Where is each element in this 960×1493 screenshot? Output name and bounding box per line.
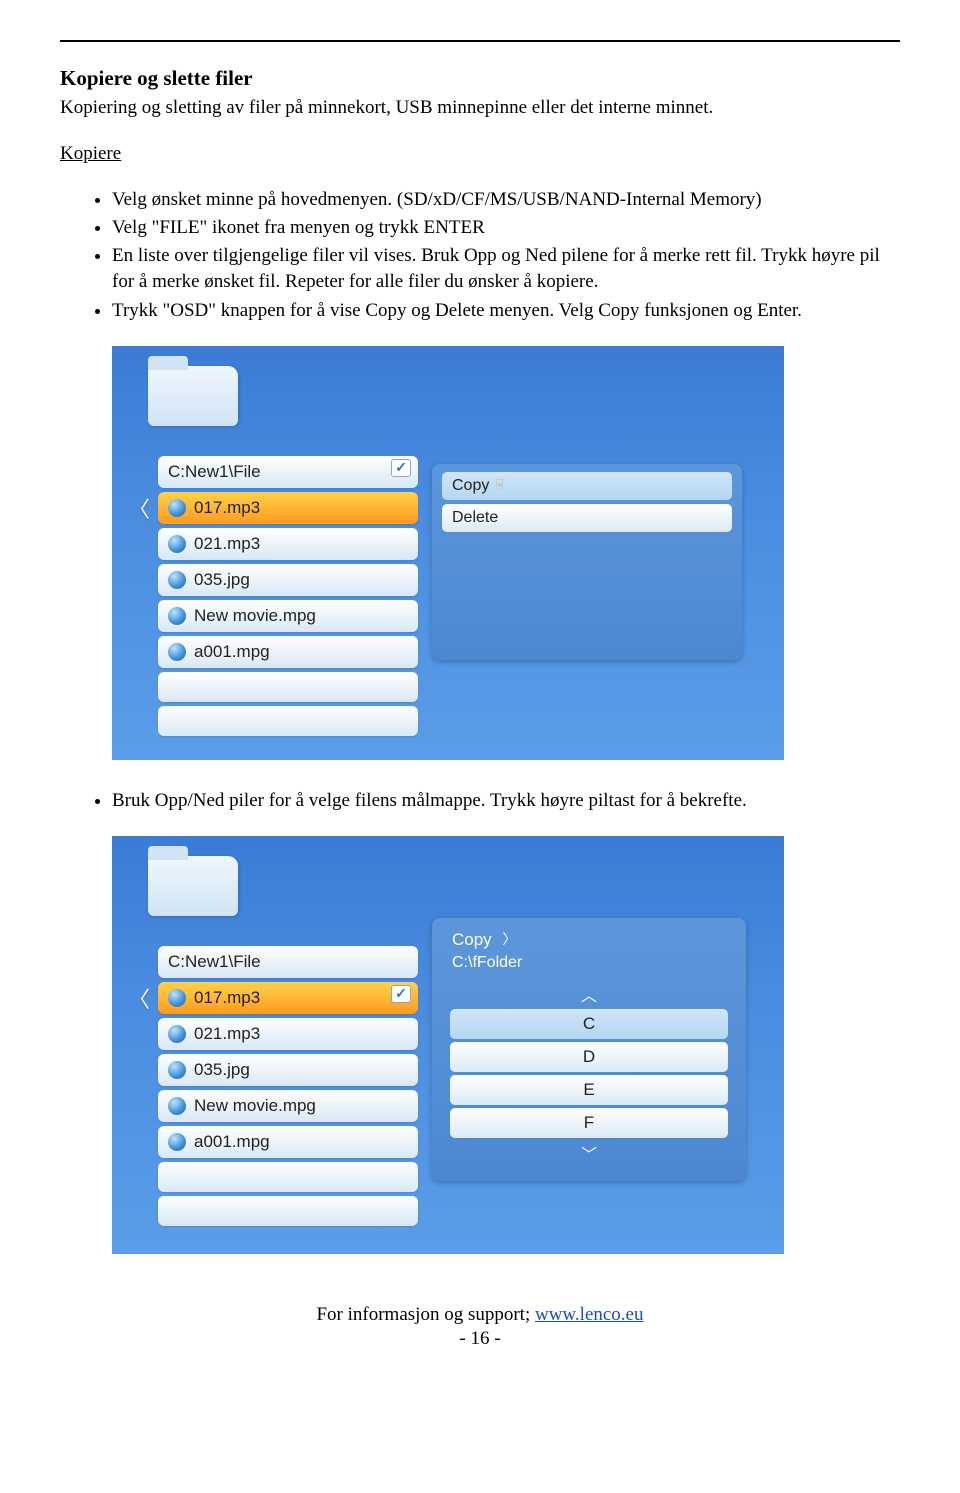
- popup-item-label: Delete: [452, 509, 498, 527]
- folder-icon: [148, 856, 238, 916]
- file-list: C:New1\File 017.mp3 ✓ 021.mp3 035.jpg: [158, 946, 418, 1230]
- file-item[interactable]: New movie.mpg: [158, 600, 418, 632]
- file-item[interactable]: 035.jpg: [158, 1054, 418, 1086]
- file-item-empty: [158, 672, 418, 702]
- bullet-item: Bruk Opp/Ned piler for å velge filens må…: [112, 788, 900, 814]
- footer: For informasjon og support; www.lenco.eu: [60, 1304, 900, 1326]
- screenshot-copy-menu: 〈 C:New1\File ✓ 017.mp3 021.mp3 035.jpg: [112, 346, 784, 760]
- file-item[interactable]: a001.mpg: [158, 636, 418, 668]
- file-label: 035.jpg: [194, 1060, 250, 1080]
- popup-item-delete[interactable]: Delete: [442, 504, 732, 532]
- globe-icon: [168, 1061, 186, 1079]
- globe-icon: [168, 607, 186, 625]
- popup-item-copy[interactable]: Copy ☟: [442, 472, 732, 500]
- drive-item-selected[interactable]: C: [450, 1009, 728, 1039]
- globe-icon: [168, 535, 186, 553]
- chevron-down-icon: ﹀: [444, 1141, 734, 1165]
- globe-icon: [168, 1025, 186, 1043]
- hand-cursor-icon: ☟: [495, 476, 504, 493]
- file-list: C:New1\File ✓ 017.mp3 021.mp3 035.jpg: [158, 456, 418, 740]
- top-rule: [60, 40, 900, 42]
- file-label: a001.mpg: [194, 642, 270, 662]
- path-header-text: C:New1\File: [168, 462, 261, 482]
- file-label: 017.mp3: [194, 988, 260, 1008]
- path-header: C:New1\File: [158, 946, 418, 978]
- page-number: - 16 -: [60, 1328, 900, 1350]
- folder-icon: [148, 366, 238, 426]
- popup-title: Copy 〉: [444, 928, 734, 954]
- drive-item[interactable]: D: [450, 1042, 728, 1072]
- drive-select-popup: Copy 〉 C:\fFolder ︿ C D E F ﹀: [432, 918, 746, 1181]
- intro-paragraph: Kopiering og sletting av filer på minnek…: [60, 95, 900, 121]
- page-heading: Kopiere og slette filer: [60, 66, 900, 91]
- path-header: C:New1\File ✓: [158, 456, 418, 488]
- popup-item-label: Copy: [452, 477, 489, 495]
- bullet-item: Trykk "OSD" knappen for å vise Copy og D…: [112, 298, 900, 324]
- section-link: Kopiere: [60, 143, 900, 165]
- file-label: 021.mp3: [194, 534, 260, 554]
- footer-text: For informasjon og support;: [316, 1304, 535, 1325]
- file-label: a001.mpg: [194, 1132, 270, 1152]
- bullet-item: Velg ønsket minne på hovedmenyen. (SD/xD…: [112, 187, 900, 213]
- file-item[interactable]: a001.mpg: [158, 1126, 418, 1158]
- path-header-text: C:New1\File: [168, 952, 261, 972]
- chevron-left-icon: 〈: [128, 982, 150, 1014]
- check-icon: ✓: [392, 460, 410, 476]
- popup-path: C:\fFolder: [444, 954, 734, 980]
- file-label: 021.mp3: [194, 1024, 260, 1044]
- drive-item[interactable]: F: [450, 1108, 728, 1138]
- globe-icon: [168, 1097, 186, 1115]
- drive-list: ︿ C D E F ﹀: [444, 982, 734, 1165]
- footer-link[interactable]: www.lenco.eu: [535, 1304, 644, 1325]
- popup-title-text: Copy: [452, 930, 492, 949]
- bullet-list-1: Velg ønsket minne på hovedmenyen. (SD/xD…: [60, 187, 900, 324]
- globe-icon: [168, 499, 186, 517]
- file-item[interactable]: 021.mp3: [158, 1018, 418, 1050]
- file-item-empty: [158, 1162, 418, 1192]
- bullet-list-2: Bruk Opp/Ned piler for å velge filens må…: [60, 788, 900, 814]
- globe-icon: [168, 989, 186, 1007]
- globe-icon: [168, 571, 186, 589]
- check-icon: ✓: [392, 986, 410, 1002]
- chevron-up-icon: ︿: [444, 982, 734, 1006]
- hand-cursor-icon: 〉: [502, 929, 516, 949]
- file-item-selected[interactable]: 017.mp3 ✓: [158, 982, 418, 1014]
- globe-icon: [168, 1133, 186, 1151]
- screenshot-drive-select: 〈 C:New1\File 017.mp3 ✓ 021.mp3 035.jpg: [112, 836, 784, 1254]
- file-label: New movie.mpg: [194, 1096, 316, 1116]
- bullet-item: Velg "FILE" ikonet fra menyen og trykk E…: [112, 215, 900, 241]
- file-label: 017.mp3: [194, 498, 260, 518]
- copy-delete-popup: Copy ☟ Delete: [432, 464, 742, 660]
- globe-icon: [168, 643, 186, 661]
- bullet-item: En liste over tilgjengelige filer vil vi…: [112, 243, 900, 295]
- file-label: 035.jpg: [194, 570, 250, 590]
- file-item[interactable]: New movie.mpg: [158, 1090, 418, 1122]
- file-item[interactable]: 035.jpg: [158, 564, 418, 596]
- file-item-selected[interactable]: 017.mp3: [158, 492, 418, 524]
- file-item[interactable]: 021.mp3: [158, 528, 418, 560]
- chevron-left-icon: 〈: [128, 492, 150, 524]
- file-item-empty: [158, 706, 418, 736]
- drive-item[interactable]: E: [450, 1075, 728, 1105]
- file-label: New movie.mpg: [194, 606, 316, 626]
- file-item-empty: [158, 1196, 418, 1226]
